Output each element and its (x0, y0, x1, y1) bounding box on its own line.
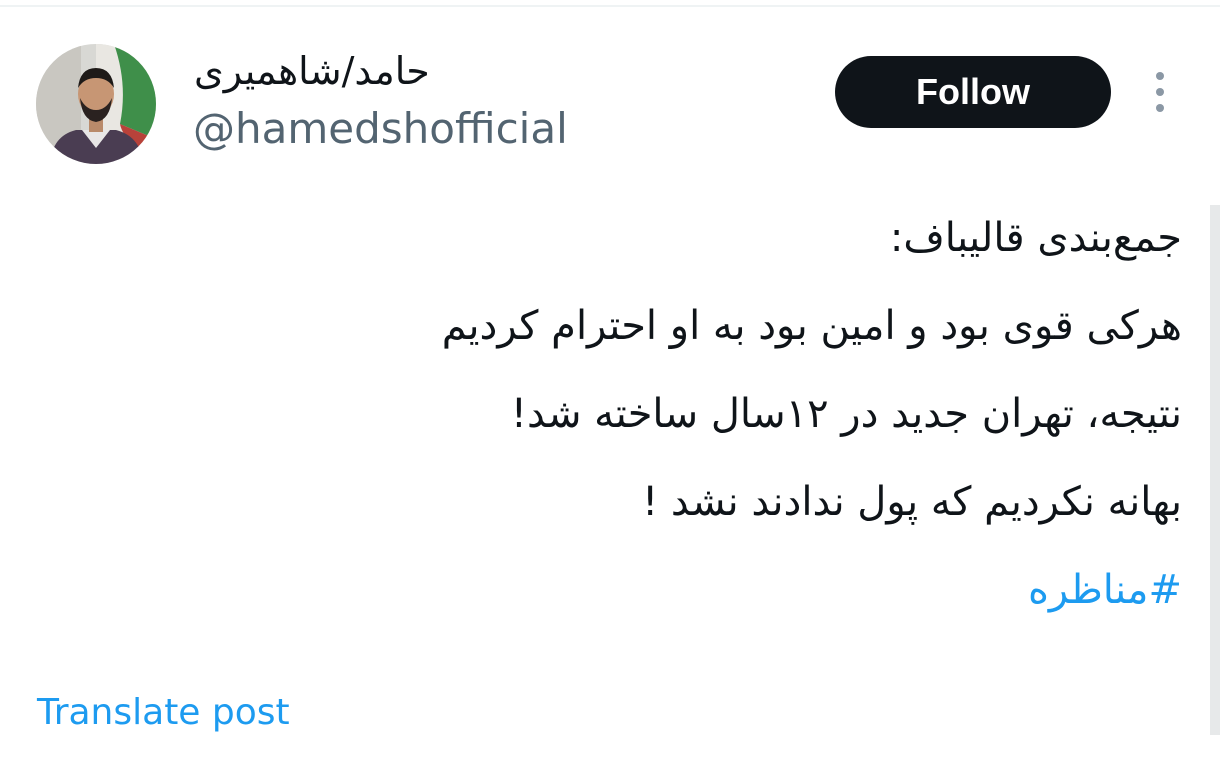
tweet-line: جمع‌بندی قالیباف: (889, 215, 1182, 261)
follow-button[interactable]: Follow (835, 56, 1111, 128)
scrollbar[interactable] (1210, 205, 1220, 735)
more-dot (1156, 104, 1164, 112)
tweet-line: نتیجه، تهران جدید در ۱۲سال ساخته شد! (510, 391, 1182, 437)
more-dot (1156, 88, 1164, 96)
tweet-text: جمع‌بندی قالیباف: هرکی قوی بود و امین بو… (222, 205, 1182, 645)
avatar[interactable] (36, 44, 156, 164)
more-options-icon[interactable] (1140, 66, 1180, 118)
more-dot (1156, 72, 1164, 80)
author-handle[interactable]: @hamedshofficial (193, 103, 568, 155)
tweet-line: هرکی قوی بود و امین بود به او احترام کرد… (441, 303, 1182, 349)
hashtag-link[interactable]: #مناظره (222, 557, 1182, 645)
author-display-name[interactable]: حامد/شاهمیری (194, 46, 430, 96)
tweet-line: بهانه نکردیم که پول ندادند نشد ! (642, 479, 1182, 525)
top-divider (0, 5, 1220, 7)
translate-post-link[interactable]: Translate post (37, 690, 290, 736)
profile-photo (36, 44, 156, 164)
